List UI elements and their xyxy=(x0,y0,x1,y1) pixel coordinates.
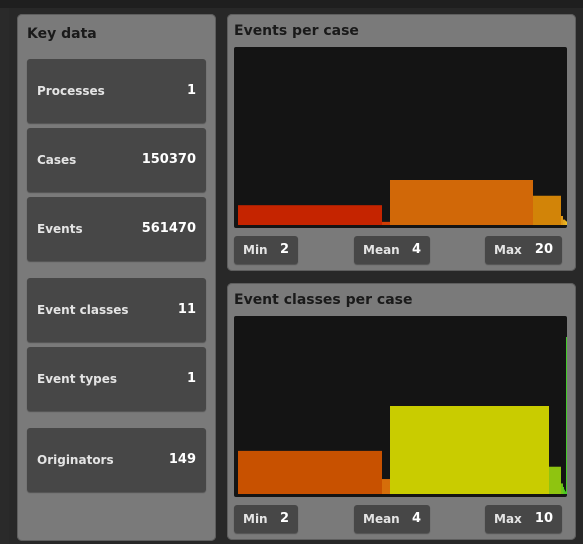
histogram-bar xyxy=(566,337,567,494)
stat-label: Event classes xyxy=(37,303,129,317)
stat-value: 149 xyxy=(168,452,196,467)
histogram-bar xyxy=(565,220,566,225)
event-classes-per-case-title: Event classes per case xyxy=(234,292,413,308)
log-summary-view: Key data Processes 1 Cases 150370 Events… xyxy=(0,0,583,544)
max-label: Max xyxy=(494,512,522,526)
stat-label: Processes xyxy=(37,84,105,98)
key-data-panel: Key data Processes 1 Cases 150370 Events… xyxy=(17,14,216,541)
mean-value: 4 xyxy=(411,242,421,257)
events-per-case-panel: Events per case Min 2 Mean 4 Max 20 xyxy=(227,14,576,271)
events-per-case-chart[interactable] xyxy=(234,47,567,228)
classes-mean-stat[interactable]: Mean 4 xyxy=(354,505,430,533)
stat-label: Events xyxy=(37,222,83,236)
classes-max-stat[interactable]: Max 10 xyxy=(485,505,562,533)
min-value: 2 xyxy=(279,511,289,526)
events-per-case-svg xyxy=(238,180,567,225)
histogram-bar xyxy=(382,221,390,225)
histogram-bar xyxy=(533,195,561,225)
stat-value: 561470 xyxy=(141,221,196,236)
max-value: 20 xyxy=(534,242,553,257)
histogram-bar xyxy=(563,486,564,494)
histogram-bar xyxy=(565,491,566,494)
histogram-bar xyxy=(390,406,549,494)
classes-min-stat[interactable]: Min 2 xyxy=(234,505,298,533)
stat-events[interactable]: Events 561470 xyxy=(27,197,206,261)
histogram-bar xyxy=(238,450,382,494)
histogram-bar xyxy=(561,216,563,225)
stat-value: 11 xyxy=(177,302,196,317)
histogram-bar xyxy=(563,219,565,225)
max-label: Max xyxy=(494,243,522,257)
max-value: 10 xyxy=(534,511,553,526)
stat-cases[interactable]: Cases 150370 xyxy=(27,128,206,192)
histogram-bar xyxy=(238,205,382,225)
stat-value: 150370 xyxy=(141,152,196,167)
events-per-case-title: Events per case xyxy=(234,23,359,39)
min-label: Min xyxy=(243,243,268,257)
stat-label: Cases xyxy=(37,153,77,167)
histogram-bar xyxy=(566,221,567,225)
stat-processes[interactable]: Processes 1 xyxy=(27,59,206,123)
left-strip xyxy=(0,8,9,544)
stat-label: Event types xyxy=(37,372,118,386)
mean-label: Mean xyxy=(363,243,400,257)
events-max-stat[interactable]: Max 20 xyxy=(485,236,562,264)
mean-label: Mean xyxy=(363,512,400,526)
min-label: Min xyxy=(243,512,268,526)
histogram-bar xyxy=(390,180,533,225)
stat-value: 1 xyxy=(186,83,196,98)
histogram-bar xyxy=(564,489,565,494)
event-classes-per-case-svg xyxy=(238,337,567,494)
stat-event-types[interactable]: Event types 1 xyxy=(27,347,206,411)
events-mean-stat[interactable]: Mean 4 xyxy=(354,236,430,264)
stat-value: 1 xyxy=(186,371,196,386)
min-value: 2 xyxy=(279,242,289,257)
stat-event-classes[interactable]: Event classes 11 xyxy=(27,278,206,342)
mean-value: 4 xyxy=(411,511,421,526)
key-data-title: Key data xyxy=(27,26,97,42)
histogram-bar xyxy=(382,479,390,494)
event-classes-per-case-panel: Event classes per case Min 2 Mean 4 Max … xyxy=(227,283,576,540)
histogram-bar xyxy=(549,466,561,494)
events-min-stat[interactable]: Min 2 xyxy=(234,236,298,264)
stat-label: Originators xyxy=(37,453,114,467)
event-classes-per-case-chart[interactable] xyxy=(234,316,567,497)
top-bar xyxy=(0,0,583,8)
histogram-bar xyxy=(561,483,563,494)
stat-originators[interactable]: Originators 149 xyxy=(27,428,206,492)
